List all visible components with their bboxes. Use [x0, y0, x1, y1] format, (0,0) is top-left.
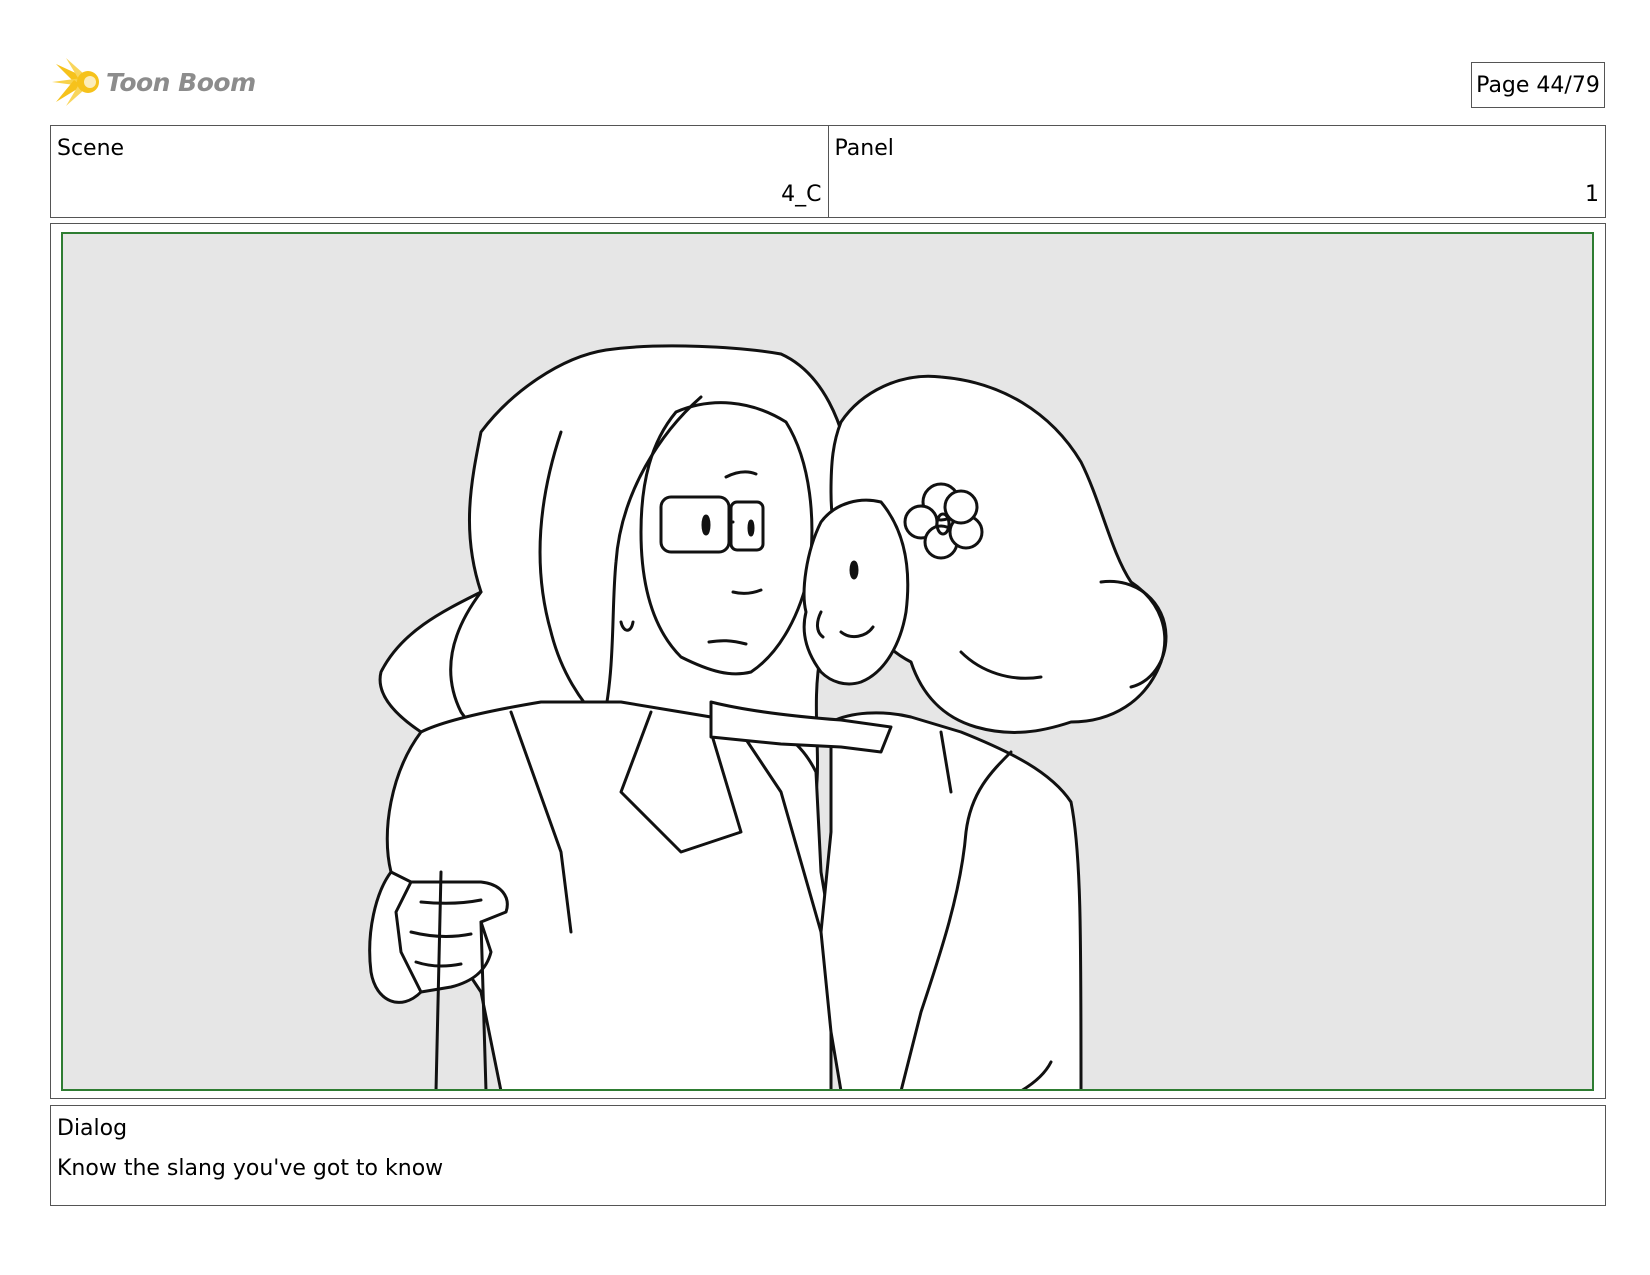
panel-value: 1 [1585, 182, 1599, 207]
dialog-text: Know the slang you've got to know [57, 1156, 444, 1181]
scene-cell: Scene 4_C [51, 126, 828, 217]
scene-value: 4_C [781, 182, 822, 207]
panel-cell: Panel 1 [827, 126, 1606, 217]
starburst-logo-icon [52, 58, 99, 106]
right-character-body [819, 711, 1083, 1091]
storyboard-panel-image [61, 232, 1594, 1091]
scene-label: Scene [57, 136, 125, 161]
logo-text: Toon Boom [106, 67, 256, 97]
page-indicator: Page 44/79 [1471, 62, 1605, 108]
dialog-label: Dialog [57, 1116, 128, 1141]
left-character-face [639, 401, 814, 676]
sketch-drawing [368, 344, 1168, 1091]
dialog-section: Dialog Know the slang you've got to know [50, 1105, 1606, 1206]
right-character-face [802, 498, 910, 686]
panel-label: Panel [834, 136, 894, 161]
scene-panel-info: Scene 4_C Panel 1 [50, 125, 1606, 218]
toon-boom-logo: Toon Boom [52, 56, 262, 108]
